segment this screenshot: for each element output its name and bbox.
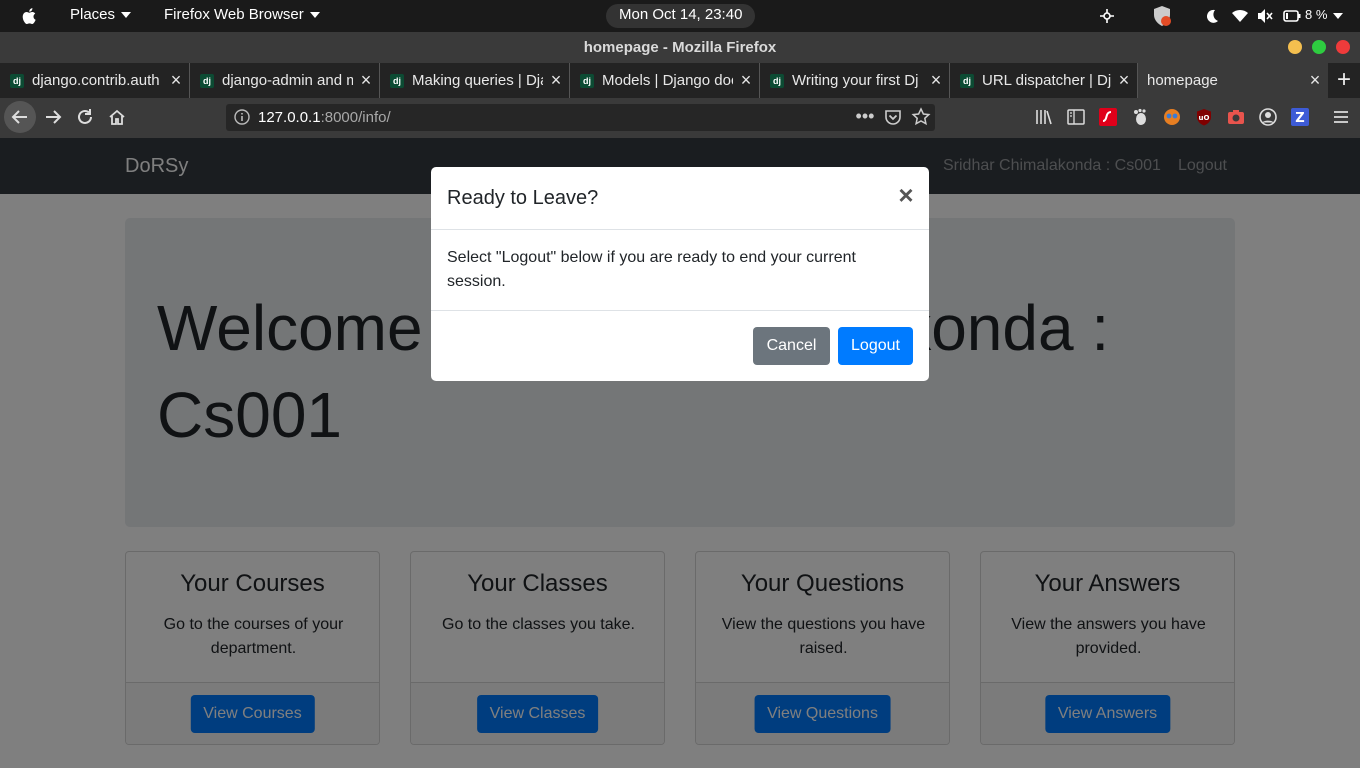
volume-muted-icon[interactable] — [1254, 0, 1276, 32]
django-favicon-icon: dj — [10, 73, 24, 88]
night-light-icon[interactable] — [1202, 0, 1222, 32]
tab-label: URL dispatcher | Dja — [982, 72, 1111, 89]
system-top-bar: Places Firefox Web Browser Mon Oct 14, 2… — [0, 0, 1360, 32]
clock[interactable]: Mon Oct 14, 23:40 — [606, 4, 756, 28]
minimize-button[interactable] — [1288, 40, 1302, 54]
close-icon[interactable]: × — [893, 180, 919, 210]
battery-icon[interactable] — [1282, 0, 1302, 32]
django-favicon-icon: dj — [200, 73, 214, 88]
account-icon[interactable] — [1258, 107, 1278, 127]
back-button[interactable] — [4, 101, 36, 133]
privacy-badger-icon[interactable] — [1162, 107, 1182, 127]
home-button[interactable] — [101, 101, 133, 133]
tab-django-admin[interactable]: dj django-admin and m × — [190, 63, 380, 98]
tab-models[interactable]: dj Models | Django doc × — [570, 63, 760, 98]
tab-label: Writing your first Dj — [792, 72, 919, 89]
new-tab-button[interactable]: + — [1328, 63, 1360, 98]
tab-label: Making queries | Dja — [412, 72, 543, 89]
modal-header-divider — [431, 229, 929, 230]
tab-django-auth[interactable]: dj django.contrib.auth × — [0, 63, 190, 98]
tab-making-queries[interactable]: dj Making queries | Dja × — [380, 63, 570, 98]
forward-button[interactable] — [37, 101, 69, 133]
accessibility-icon[interactable] — [1096, 0, 1118, 32]
tab-label: homepage — [1147, 72, 1218, 89]
library-icon[interactable] — [1034, 107, 1054, 127]
apple-menu-icon[interactable] — [18, 0, 40, 32]
app-menu-label: Firefox Web Browser — [164, 6, 304, 23]
hamburger-menu-icon[interactable] — [1331, 107, 1351, 127]
tab-label: Models | Django doc — [602, 72, 733, 89]
zotero-icon[interactable]: Z — [1290, 107, 1310, 127]
pocket-icon[interactable] — [884, 108, 904, 128]
gnome-extension-icon[interactable] — [1130, 107, 1150, 127]
django-favicon-icon: dj — [960, 73, 974, 88]
django-favicon-icon: dj — [390, 73, 404, 88]
chevron-down-icon — [121, 12, 132, 19]
screenshot-icon[interactable] — [1226, 107, 1246, 127]
places-menu[interactable]: Places — [56, 0, 145, 32]
places-label: Places — [70, 6, 116, 23]
ublock-origin-icon[interactable]: uO — [1194, 107, 1214, 127]
close-icon[interactable]: × — [923, 70, 949, 91]
info-icon[interactable] — [233, 108, 251, 126]
tab-writing-first[interactable]: dj Writing your first Dj × — [760, 63, 950, 98]
maximize-button[interactable] — [1312, 40, 1326, 54]
modal-title: Ready to Leave? — [447, 187, 599, 209]
battery-percentage[interactable]: 8 % — [1305, 0, 1344, 32]
tab-url-dispatcher[interactable]: dj URL dispatcher | Dja × — [950, 63, 1138, 98]
app-menu[interactable]: Firefox Web Browser — [150, 0, 334, 32]
tab-label: django.contrib.auth — [32, 72, 160, 89]
reload-button[interactable] — [69, 101, 101, 133]
url-text[interactable]: 127.0.0.1:8000/info/ — [258, 104, 391, 131]
url-host: 127.0.0.1 — [258, 109, 321, 126]
svg-text:Z: Z — [1295, 111, 1304, 126]
django-favicon-icon: dj — [580, 73, 594, 88]
bookmark-star-icon[interactable] — [911, 107, 931, 127]
window-title: homepage - Mozilla Firefox — [0, 32, 1360, 63]
close-icon[interactable]: × — [543, 70, 569, 91]
tab-homepage[interactable]: homepage × — [1138, 63, 1328, 98]
close-icon[interactable]: × — [163, 70, 189, 91]
close-icon[interactable]: × — [1111, 70, 1137, 91]
tab-label: django-admin and m — [222, 72, 353, 89]
chevron-down-icon — [1333, 12, 1344, 19]
cancel-button[interactable]: Cancel — [753, 327, 830, 365]
close-icon[interactable]: × — [733, 70, 759, 91]
wifi-icon[interactable] — [1229, 0, 1251, 32]
battery-percent-label: 8 % — [1305, 7, 1328, 22]
sidebar-icon[interactable] — [1066, 107, 1086, 127]
svg-text:uO: uO — [1199, 114, 1210, 122]
chevron-down-icon — [309, 12, 320, 19]
page-actions-icon[interactable]: ••• — [855, 104, 875, 131]
logout-button[interactable]: Logout — [838, 327, 913, 365]
modal-footer-divider — [431, 310, 929, 311]
modal-body-text: Select "Logout" below if you are ready t… — [447, 249, 856, 290]
close-window-button[interactable] — [1336, 40, 1350, 54]
django-favicon-icon: dj — [770, 73, 784, 88]
flash-extension-icon[interactable] — [1098, 107, 1118, 127]
close-icon[interactable]: × — [353, 70, 379, 91]
shield-icon[interactable] — [1150, 0, 1174, 32]
close-icon[interactable]: × — [1302, 70, 1328, 91]
url-path: :8000/info/ — [320, 109, 391, 126]
